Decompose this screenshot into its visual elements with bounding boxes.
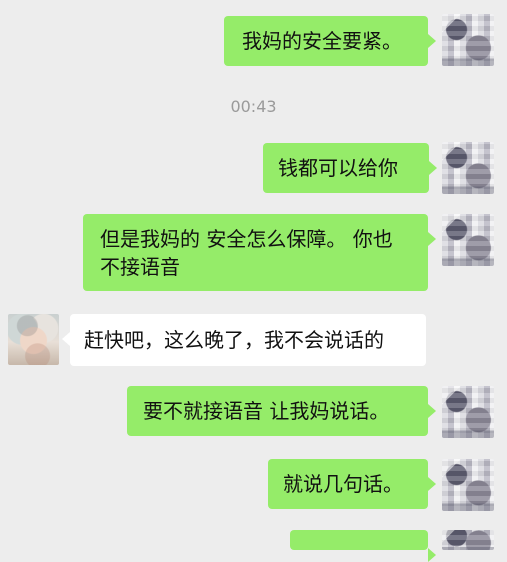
self-avatar[interactable] (442, 530, 494, 550)
message-text: 钱都可以给你 (278, 156, 398, 180)
message-bubble-self[interactable]: 就说几句话。 (268, 459, 436, 509)
message-text: 赶快吧，这么晚了，我不会说话的 (84, 328, 384, 352)
other-avatar[interactable] (8, 314, 59, 365)
message-bubble-self[interactable]: 但是我妈的 安全怎么保障。 你也 不接语音 (83, 214, 436, 291)
self-avatar[interactable] (442, 142, 494, 194)
message-bubble-other[interactable]: 赶快吧，这么晚了，我不会说话的 (62, 314, 426, 366)
chat-screen: 我妈的安全要紧。 00:43 钱都可以给你 但是我妈的 安全怎么保障。 你也 不… (0, 0, 507, 562)
timestamp: 00:43 (230, 97, 277, 116)
message-bubble-self[interactable]: 钱都可以给你 (263, 143, 437, 193)
message-bubble-self[interactable]: 要不就接语音 让我妈说话。 (127, 386, 436, 436)
self-avatar[interactable] (442, 459, 494, 511)
self-avatar[interactable] (442, 386, 494, 438)
self-avatar[interactable] (442, 14, 494, 66)
message-text: 就说几句话。 (283, 472, 403, 496)
message-bubble-self[interactable] (290, 530, 436, 562)
message-text: 我妈的安全要紧。 (242, 29, 402, 53)
message-bubble-self[interactable]: 我妈的安全要紧。 (224, 16, 436, 66)
message-text: 但是我妈的 安全怎么保障。 你也 不接语音 (100, 227, 393, 279)
message-text: 要不就接语音 让我妈说话。 (143, 399, 390, 423)
self-avatar[interactable] (442, 214, 494, 266)
